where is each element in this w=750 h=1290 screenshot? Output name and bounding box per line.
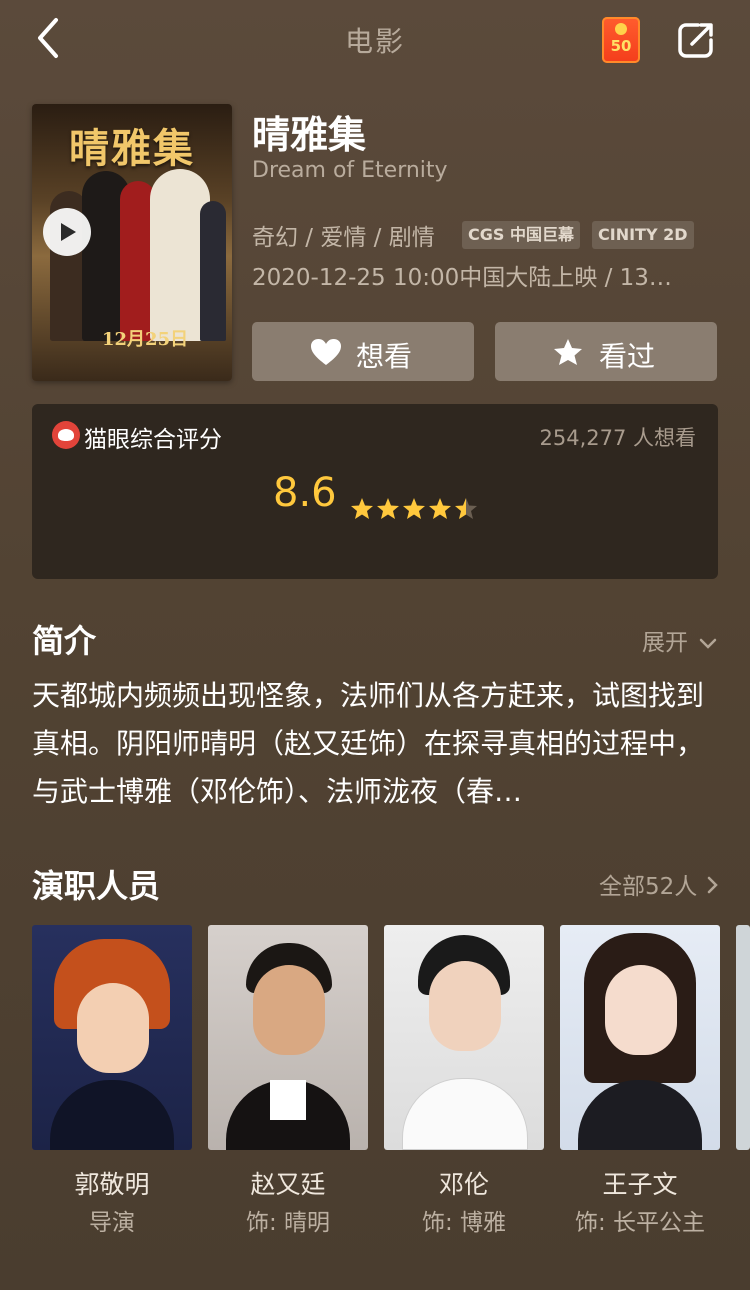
cast-name: 王子文	[602, 1170, 678, 1199]
release-info: 2020-12-25 10:00中国大陆上映 / 13…	[252, 265, 672, 291]
rating-score: 8.6	[273, 470, 337, 516]
cast-role: 导演	[89, 1210, 135, 1236]
want-to-watch-button[interactable]: 想看	[252, 322, 474, 381]
format-tag: CGS 中国巨幕	[462, 221, 580, 249]
cast-photo	[384, 925, 544, 1150]
cast-name: 郭敬明	[74, 1170, 150, 1199]
cast-photo	[560, 925, 720, 1150]
red-packet-amount: 50	[610, 37, 632, 55]
movie-english-title: Dream of Eternity	[252, 158, 448, 183]
synopsis-heading: 简介	[32, 622, 97, 660]
cast-member[interactable]: 赵又廷 饰: 晴明	[208, 925, 368, 1236]
movie-genres: 奇幻 / 爱情 / 剧情	[252, 225, 435, 251]
poster-date: 12月25日	[102, 329, 189, 350]
top-nav-bar: 电影 50	[0, 0, 750, 80]
share-icon	[678, 23, 713, 58]
movie-title: 晴雅集	[252, 113, 367, 157]
format-tag: CINITY 2D	[592, 221, 694, 249]
watched-label: 看过	[599, 340, 656, 373]
coin-icon	[615, 23, 627, 35]
cast-list: 郭敬明 导演 赵又廷 饰: 晴明 邓伦 饰: 博雅 王子文 饰: 长平公主	[32, 925, 750, 1245]
watched-button[interactable]: 看过	[495, 322, 717, 381]
cast-role: 饰: 博雅	[421, 1210, 507, 1236]
cast-member[interactable]: 王子文 饰: 长平公主	[560, 925, 720, 1236]
movie-poster[interactable]: 晴雅集 12月25日	[32, 104, 232, 381]
rating-brand: 猫眼综合评分	[84, 427, 222, 453]
heart-icon	[311, 339, 341, 365]
cast-name: 赵又廷	[250, 1170, 326, 1199]
cast-name: 邓伦	[438, 1170, 489, 1199]
cast-member[interactable]: 郭敬明 导演	[32, 925, 192, 1236]
rating-stars-icon	[351, 498, 477, 519]
cast-member-partial[interactable]	[736, 925, 750, 1150]
want-label: 想看	[356, 340, 413, 373]
maoyan-logo-icon	[52, 421, 80, 449]
chevron-right-icon	[707, 876, 718, 894]
poster-title: 晴雅集	[69, 125, 195, 172]
expand-label: 展开	[642, 630, 688, 656]
play-icon	[61, 223, 76, 241]
all-cast-label: 全部52人	[599, 874, 698, 900]
star-icon	[554, 339, 582, 365]
cast-photo	[736, 925, 750, 1150]
cast-role: 饰: 晴明	[245, 1210, 331, 1236]
chevron-down-icon	[700, 638, 717, 649]
cast-role: 饰: 长平公主	[574, 1210, 706, 1236]
red-packet-button[interactable]: 50	[602, 17, 640, 63]
all-cast-link[interactable]: 全部52人	[599, 867, 719, 901]
cast-heading: 演职人员	[32, 867, 161, 905]
rating-card[interactable]: 猫眼综合评分 254,277 人想看 8.6	[32, 404, 718, 579]
poster-figure	[200, 201, 226, 341]
synopsis-text: 天都城内频频出现怪象，法师们从各方赶来，试图找到真相。阴阳师晴明（赵又廷饰）在探…	[32, 679, 705, 808]
cast-photo	[32, 925, 192, 1150]
cast-photo	[208, 925, 368, 1150]
play-trailer-button[interactable]	[43, 208, 91, 256]
expand-synopsis-button[interactable]: 展开	[642, 623, 717, 657]
cast-member[interactable]: 邓伦 饰: 博雅	[384, 925, 544, 1236]
share-button[interactable]	[676, 20, 716, 60]
want-count: 254,277 人想看	[539, 426, 696, 450]
